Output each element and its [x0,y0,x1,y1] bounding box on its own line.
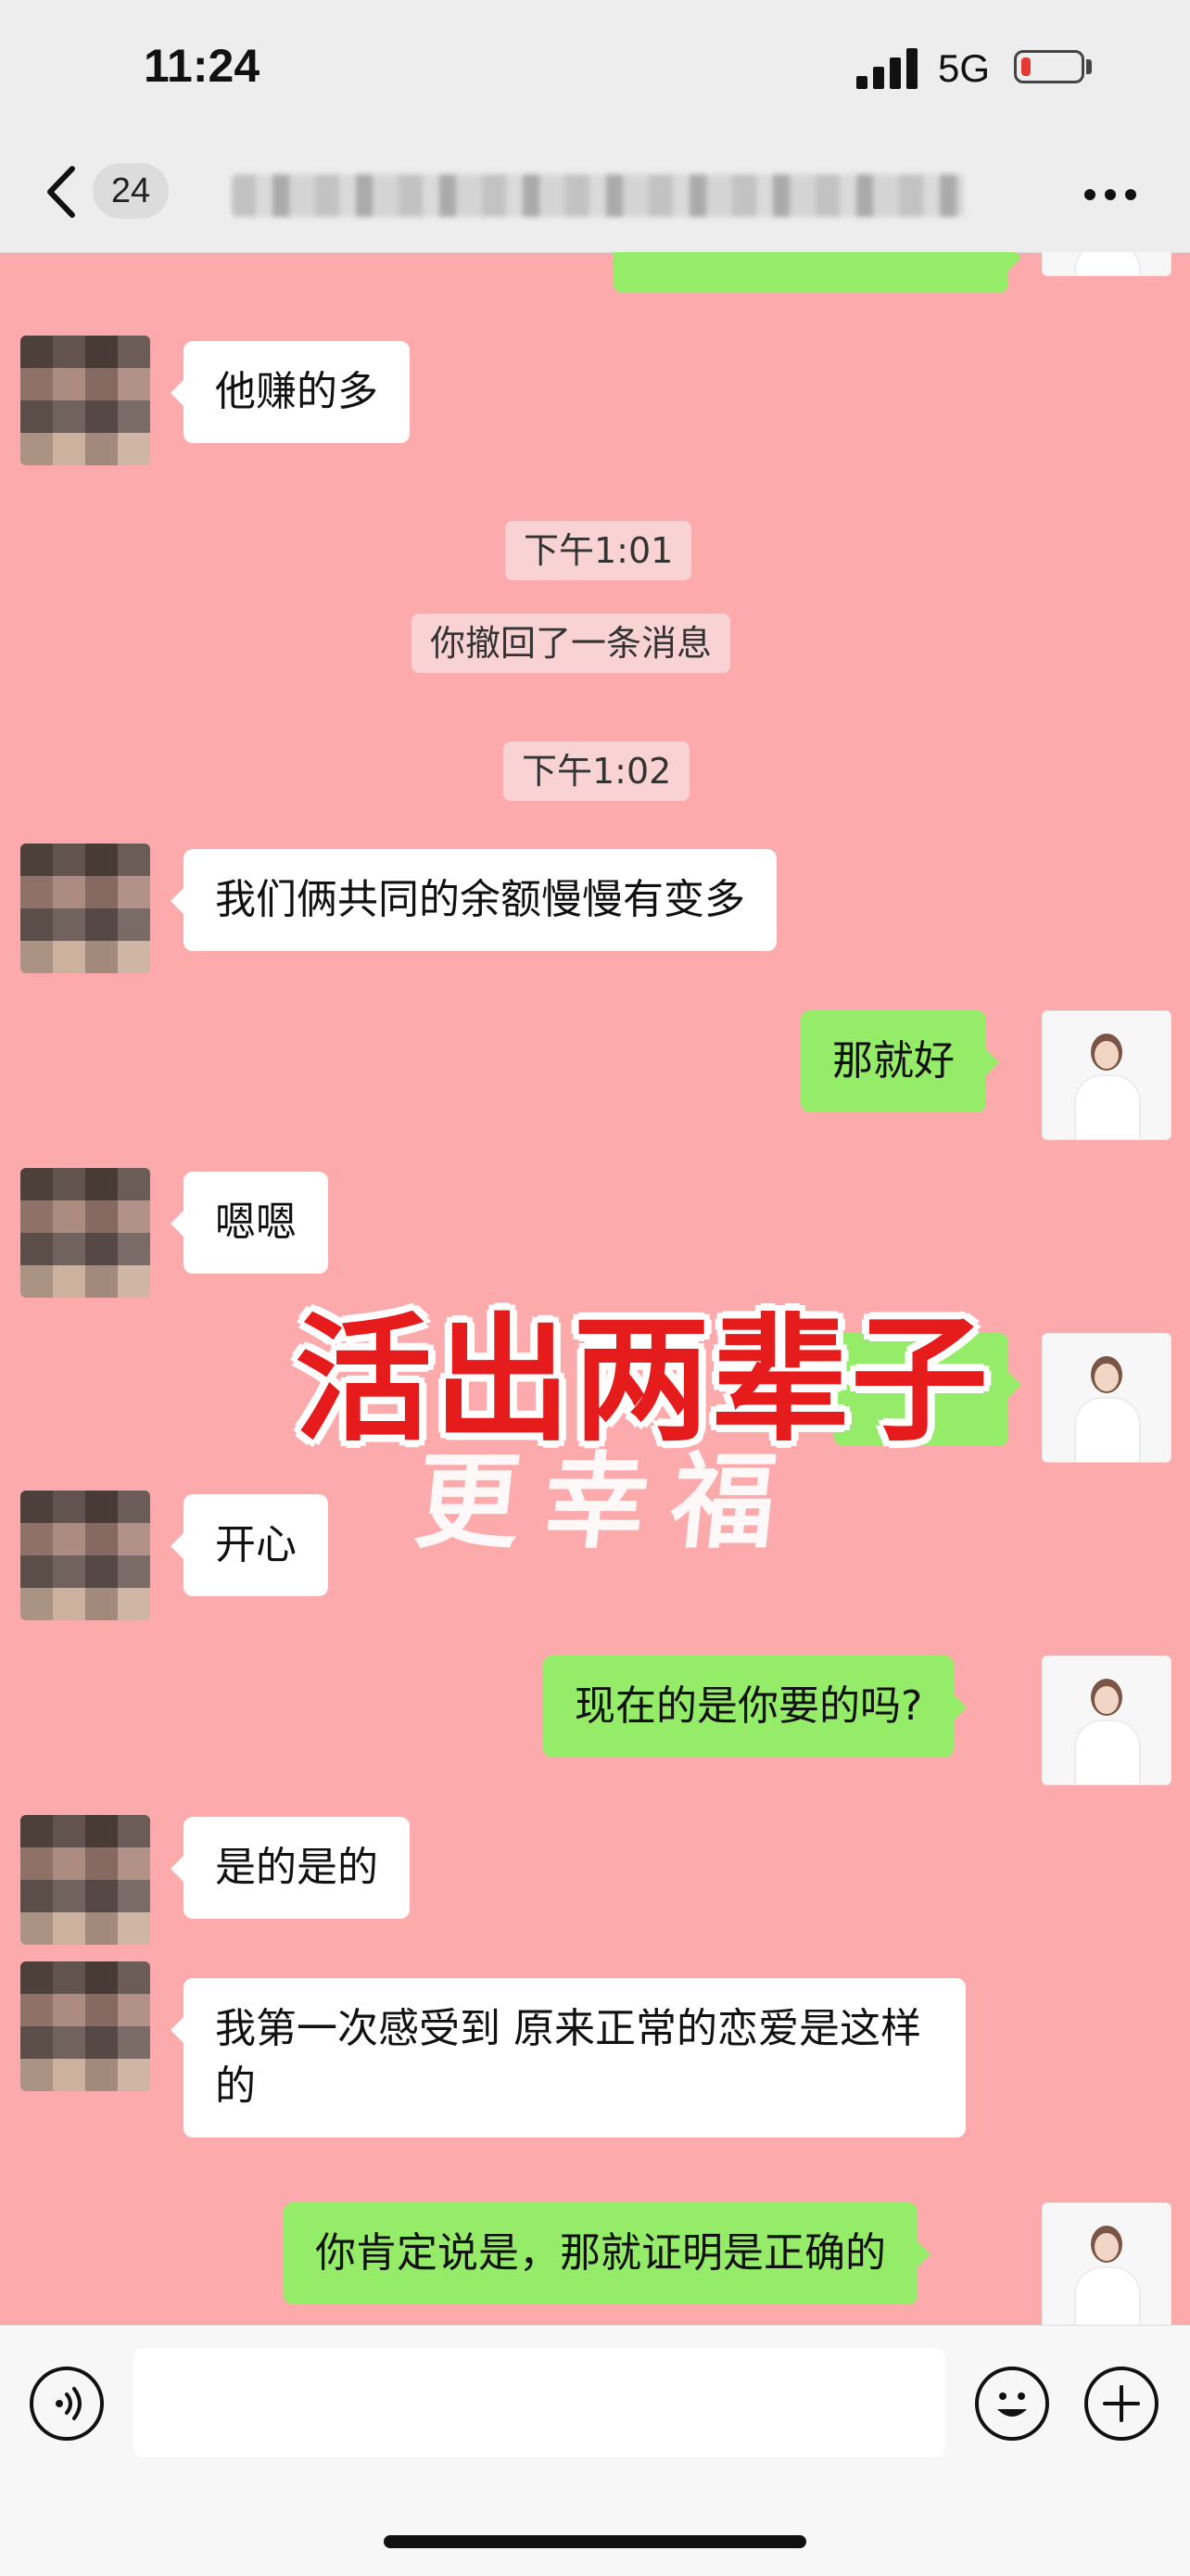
contact-avatar[interactable] [20,1961,150,2091]
message-bubble[interactable]: 我们俩共同的余额慢慢有变多 [171,849,777,951]
battery-tip [1086,59,1092,74]
signal-icon [856,48,918,89]
status-time: 11:24 [144,40,260,92]
message-bubble[interactable]: 是的是的 [171,1817,410,1919]
battery-icon [1014,50,1084,83]
chat-title-blurred [232,174,964,217]
timestamp: 下午1:02 [503,742,690,801]
message-bubble[interactable]: 现在的是你要的吗? [543,1656,968,1758]
message-bubble[interactable]: 你肯定说是，那就证明是正确的 [284,2202,930,2304]
my-avatar[interactable] [1042,1656,1171,1785]
timestamp: 下午1:01 [505,521,692,580]
message-bubble[interactable]: 那就好 [801,1010,999,1112]
message-bubble[interactable]: 我第一次感受到 原来正常的恋爱是这样的 [171,1978,966,2138]
chat-header: 24 [0,139,1190,253]
message-bubble-partial [614,252,1021,293]
my-avatar[interactable] [1042,252,1171,276]
contact-avatar[interactable] [20,336,150,465]
message-bubble[interactable]: 嗯嗯 [171,1172,328,1274]
message-bubble[interactable]: 他赚的多 [171,341,410,443]
contact-avatar[interactable] [20,1168,150,1298]
contact-avatar[interactable] [20,1491,150,1620]
my-avatar[interactable] [1042,1010,1171,1140]
plus-icon[interactable] [1084,2367,1158,2441]
message-input[interactable] [133,2348,945,2457]
contact-avatar[interactable] [20,844,150,973]
back-icon[interactable] [37,159,89,224]
message-bubble[interactable]: 开心 [171,1494,328,1596]
contact-avatar[interactable] [20,1815,150,1945]
emoji-icon[interactable] [975,2367,1049,2441]
my-avatar[interactable] [1042,2202,1171,2325]
recall-notice: 你撤回了一条消息 [411,614,731,673]
my-avatar[interactable] [1042,1333,1171,1463]
status-bar: 11:24 5G [0,0,1190,139]
network-label: 5G [938,46,991,90]
unread-count-badge[interactable]: 24 [93,163,169,219]
input-bar [0,2325,1190,2576]
more-icon[interactable] [1082,187,1138,202]
voice-icon[interactable] [30,2367,104,2441]
home-indicator [384,2535,806,2548]
overlay-caption-subtitle: 更幸福 [410,1441,806,1563]
